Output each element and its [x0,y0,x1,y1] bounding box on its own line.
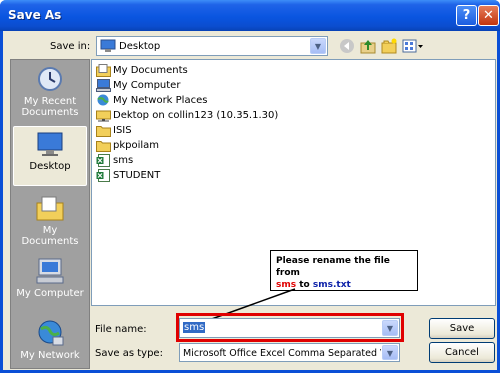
places-label: My Computer [16,288,84,299]
chevron-down-icon[interactable]: ▼ [310,38,326,54]
file-name: sms [113,155,134,166]
places-item-desktop[interactable]: Desktop [13,126,87,186]
annotation-target: sms.txt [312,280,351,290]
list-item[interactable]: pkpoilam [96,138,159,153]
excel-file-icon [96,154,110,167]
cancel-button[interactable]: Cancel [429,342,495,363]
folder-icon [96,141,111,152]
chevron-down-icon[interactable]: ▼ [382,345,398,360]
help-icon: ? [462,8,471,23]
title-bar[interactable]: Save As ? ✕ [0,0,500,31]
save-as-type-label: Save as type: [95,348,163,359]
places-item-my-network[interactable]: My Network [13,316,87,376]
save-as-dialog: Save As ? ✕ Save in: Desktop ▼ My Recent… [0,0,500,373]
my-network-icon [38,320,64,346]
new-folder-icon[interactable] [381,38,397,54]
places-label: My Recent Documents [21,96,79,118]
save-in-dropdown[interactable]: Desktop ▼ [96,36,328,56]
network-folder-icon [96,110,111,122]
close-icon: ✕ [483,8,494,23]
places-item-recent[interactable]: My Recent Documents [13,62,87,122]
places-item-my-computer[interactable]: My Computer [13,254,87,314]
list-item[interactable]: My Documents [96,63,188,78]
dialog-title: Save As [8,8,62,22]
up-folder-icon[interactable] [360,38,376,54]
save-as-type-value: Microsoft Office Excel Comma Separated V… [183,348,381,359]
file-name: My Documents [113,65,188,76]
network-places-icon [97,94,109,106]
file-name: My Computer [113,80,181,91]
places-item-my-documents[interactable]: My Documents [13,191,87,251]
file-name: pkpoilam [113,140,160,151]
back-icon[interactable] [339,38,355,54]
places-label: Desktop [29,161,71,172]
save-button[interactable]: Save [429,318,495,339]
save-in-value: Desktop [119,41,161,52]
desktop-icon [100,39,116,52]
list-item[interactable]: Dektop on collin123 (10.35.1.30) [96,108,278,123]
save-in-label: Save in: [50,41,91,52]
places-bar: My Recent Documents Desktop My Documents… [10,59,90,369]
recent-documents-icon [38,67,62,91]
places-label: My Network [20,350,80,361]
file-name: My Network Places [113,95,208,106]
list-item[interactable]: sms [96,153,133,168]
save-as-type-dropdown[interactable]: Microsoft Office Excel Comma Separated V… [179,343,400,362]
file-name: STUDENT [113,170,161,181]
desktop-icon [37,132,63,156]
annotation-line1: Please rename the file from [276,256,390,278]
list-item[interactable]: My Computer [96,78,180,93]
list-item[interactable]: My Network Places [96,93,207,108]
highlight-box [176,313,404,342]
list-item[interactable]: STUDENT [96,168,160,183]
folder-icon [96,126,111,137]
my-documents-icon [36,196,64,221]
help-button[interactable]: ? [456,5,477,26]
excel-file-icon [96,169,110,182]
view-menu-icon[interactable] [402,38,424,54]
file-name: Dektop on collin123 (10.35.1.30) [113,110,279,121]
list-item[interactable]: ISIS [96,123,132,138]
close-button[interactable]: ✕ [478,5,499,26]
file-name-label: File name: [95,324,147,335]
my-computer-icon [36,258,64,284]
file-name: ISIS [113,125,132,136]
my-documents-folder-icon [96,64,111,77]
my-computer-icon [96,79,111,92]
places-label: My Documents [21,225,79,247]
